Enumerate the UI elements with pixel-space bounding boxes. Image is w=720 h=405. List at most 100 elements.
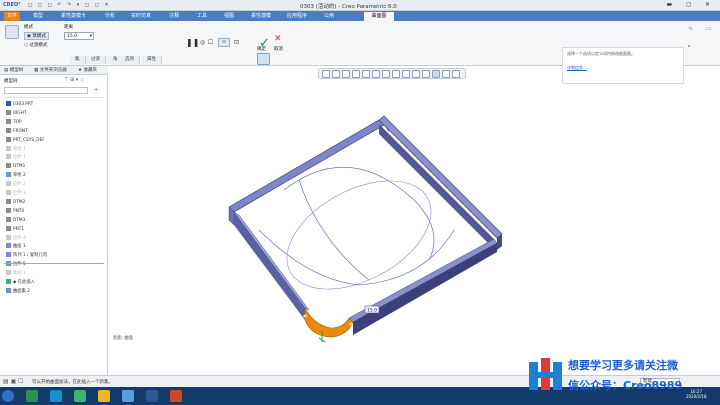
display-style-icon[interactable] — [362, 70, 370, 78]
perspective-icon[interactable] — [392, 70, 400, 78]
tree-item[interactable]: ◆ 在此插入 — [6, 279, 35, 287]
tree-item-label: 草绘 2 — [13, 173, 26, 179]
tab-file[interactable]: 文件 — [4, 12, 20, 21]
tree-item[interactable]: PNT0 — [6, 207, 24, 216]
drag-handle[interactable] — [303, 314, 307, 318]
tree-item[interactable]: 曲面集 2 — [6, 287, 30, 296]
feature-icon — [6, 118, 11, 124]
highlighted-fillet[interactable] — [304, 307, 354, 338]
preview-mode-icon[interactable]: ∞ — [218, 38, 230, 47]
app-icon[interactable] — [122, 390, 134, 402]
feature-icon — [6, 207, 11, 213]
watermark-line-2: 信公众号：Creo8989 — [568, 379, 683, 392]
tab-surface-map[interactable]: 曲面图 — [364, 12, 394, 21]
tree-item[interactable]: 曲面 1 — [6, 243, 26, 251]
tree-item[interactable]: 拉伸 4 — [6, 234, 26, 243]
tab-common[interactable]: 公用 — [321, 12, 337, 21]
tab-folder-browser[interactable]: ▦ 文件夹浏览器 — [32, 67, 69, 75]
spin-center-icon[interactable] — [422, 70, 430, 78]
ribbon-minimize-icon[interactable]: ▭ — [706, 25, 712, 32]
feature-icon — [6, 154, 11, 160]
tree-item[interactable]: 拉伸 1 — [6, 154, 26, 162]
attach-icon[interactable]: ⊡ — [234, 39, 239, 46]
tree-item[interactable]: 草绘 2 — [6, 172, 26, 180]
tree-item[interactable]: 阵列 1 / 复制几何 — [6, 252, 47, 260]
folder-icon: ▦ — [34, 68, 39, 73]
subtab-transition[interactable]: 过渡 — [86, 56, 106, 64]
word-icon[interactable] — [146, 390, 158, 402]
preview-icon[interactable]: ◎ — [200, 39, 205, 46]
folder-icon[interactable] — [98, 390, 110, 402]
scissors-icon[interactable] — [442, 70, 450, 78]
start-icon[interactable] — [2, 390, 14, 402]
subtab-sets[interactable]: 集 — [70, 56, 86, 64]
tree-item[interactable]: DTM3 — [6, 216, 25, 225]
3d-viewport[interactable]: 15.0 智能: 曲面 — [109, 80, 689, 375]
tree-item[interactable]: TOP — [6, 118, 22, 127]
quick-access-toolbar[interactable]: ◻ ◻ ◻ ↶ ↷ ▾ ◻ ◻ ✕ — [28, 2, 111, 8]
spacing-input[interactable]: 15.0 ▾ — [64, 32, 94, 40]
tree-item[interactable]: 0303.PRT — [6, 101, 33, 109]
wall-left-top — [233, 211, 310, 311]
tab-annotate[interactable]: 注释 — [166, 12, 182, 21]
drag-handle[interactable] — [349, 322, 353, 326]
tab-model[interactable]: 模型 — [30, 12, 46, 21]
repaint-icon[interactable] — [352, 70, 360, 78]
tree-item[interactable]: 拉伸 3 — [6, 190, 26, 198]
subtab-properties[interactable]: 属性 — [142, 56, 162, 64]
cancel-icon[interactable]: ✕ — [274, 34, 282, 44]
tab-flex-card[interactable]: 柔性建模卡 — [58, 12, 89, 21]
wave-icon[interactable]: ∿ — [688, 25, 693, 32]
tab-analysis[interactable]: 分析 — [102, 12, 118, 21]
radio-selected-icon: ◉ — [27, 34, 31, 39]
tab-simulation[interactable]: 实时仿真 — [128, 12, 154, 21]
chat-icon[interactable] — [74, 390, 86, 402]
tree-item[interactable]: FRONT — [6, 127, 28, 136]
window-controls[interactable]: ▬ ◻ ✕ — [667, 1, 717, 8]
tab-view[interactable]: 视图 — [221, 12, 237, 21]
datum-display-icon[interactable] — [402, 70, 410, 78]
tab-model-tree[interactable]: ▤ 模型树 — [2, 67, 25, 75]
refit-icon[interactable] — [322, 70, 330, 78]
feature-icon — [6, 225, 11, 231]
confirm-button[interactable]: ✓ — [257, 36, 270, 65]
tree-settings-icon[interactable]: ⊤ ⊞ ▾ ☆ — [64, 77, 84, 83]
check-geometry-icon[interactable]: ☐ — [208, 39, 213, 46]
help-link[interactable]: 详细信息... — [567, 65, 679, 71]
csys-icon[interactable] — [452, 70, 460, 78]
tree-item[interactable]: PNT1 — [6, 225, 24, 234]
status-icons[interactable]: ▤ ▣ ☐ — [3, 378, 24, 385]
saved-views-icon[interactable] — [372, 70, 380, 78]
ribbon-base-icon[interactable]: ⌂ — [688, 43, 691, 48]
section-icon[interactable] — [432, 70, 440, 78]
mode-option-grass[interactable]: ◉ 草模式 — [24, 32, 49, 40]
pause-icon[interactable]: ❚❚ — [186, 38, 199, 47]
tree-search-input[interactable] — [4, 87, 88, 94]
browser-icon[interactable] — [50, 390, 62, 402]
tree-item[interactable]: 复制 1 — [6, 270, 26, 278]
tab-favorites[interactable]: ★ 收藏夹 — [76, 67, 99, 75]
zoom-out-icon[interactable] — [342, 70, 350, 78]
tree-item[interactable]: PRT_CSYS_DEF — [6, 136, 45, 145]
tree-item[interactable]: 草绘 1 — [6, 145, 26, 154]
tree-item[interactable]: DTM2 — [6, 198, 25, 207]
mode-option-transition[interactable]: ○ 过渡模式 — [24, 42, 47, 48]
app-icon[interactable] — [26, 390, 38, 402]
add-icon[interactable]: + — [94, 87, 98, 93]
tree-item[interactable]: 拉伸 2 — [6, 181, 26, 189]
tree-item[interactable]: DTM1 — [6, 163, 25, 171]
subtab-options[interactable]: 选项 — [120, 56, 140, 64]
surface-icon[interactable] — [5, 25, 19, 39]
app-icon[interactable] — [170, 390, 182, 402]
tree-item[interactable]: RIGHT — [6, 109, 26, 118]
feature-icon — [6, 172, 11, 178]
tab-tools[interactable]: 工具 — [194, 12, 210, 21]
tab-applications[interactable]: 应用程序 — [284, 12, 310, 21]
app-logo: CREO° — [3, 2, 21, 8]
confirm-label: 确定 — [257, 47, 266, 52]
feature-icon — [6, 190, 11, 195]
annotation-display-icon[interactable] — [412, 70, 420, 78]
view-manager-icon[interactable] — [382, 70, 390, 78]
tab-flex-modeling[interactable]: 柔性建模 — [248, 12, 274, 21]
zoom-in-icon[interactable] — [332, 70, 340, 78]
